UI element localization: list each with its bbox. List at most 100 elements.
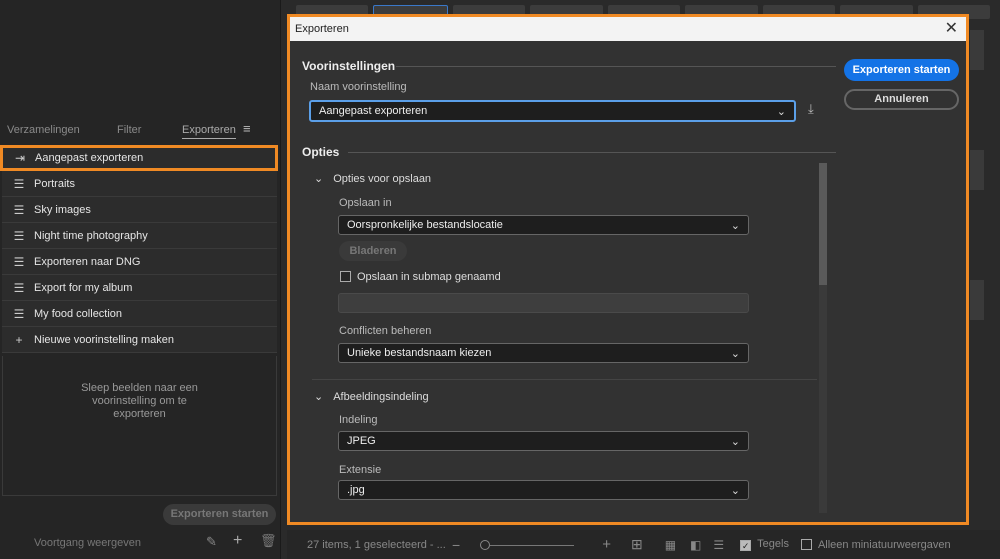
trash-icon[interactable]: 🗑 bbox=[260, 533, 277, 549]
plus-icon[interactable]: + bbox=[233, 532, 242, 550]
drop-hint: Sleep beelden naar een voorinstelling om… bbox=[81, 382, 198, 420]
preset-name-select[interactable]: Aangepast exporteren ⌄ bbox=[309, 100, 796, 122]
scrollbar[interactable] bbox=[819, 163, 827, 513]
tiles-view-icon[interactable]: ▦ bbox=[665, 538, 676, 552]
preset-item[interactable]: ☰ Sky images bbox=[2, 197, 277, 223]
preset-item[interactable]: ☰ My food collection bbox=[2, 301, 277, 327]
preset-label: Night time photography bbox=[34, 229, 148, 242]
zoom-in-icon[interactable]: + bbox=[602, 536, 611, 553]
preset-name-value: Aangepast exporteren bbox=[319, 105, 428, 117]
grid-view-icon[interactable]: ⊞ bbox=[631, 536, 643, 553]
hamburger-icon[interactable]: ≡ bbox=[243, 121, 251, 136]
thumbs-only-label: Alleen miniatuurweergaven bbox=[817, 538, 951, 551]
thumbs-only-checkbox[interactable]: Alleen miniatuurweergaven bbox=[800, 538, 951, 551]
zoom-out-icon[interactable]: − bbox=[452, 537, 460, 553]
close-icon[interactable]: ✕ bbox=[945, 18, 958, 38]
save-in-value: Oorspronkelijke bestandslocatie bbox=[347, 219, 503, 231]
extension-value: .jpg bbox=[347, 484, 365, 496]
progress-link[interactable]: Voortgang weergeven bbox=[34, 537, 141, 549]
list-icon: ☰ bbox=[13, 228, 25, 243]
thumbnail[interactable] bbox=[970, 280, 984, 320]
chevron-down-icon: ⌄ bbox=[730, 484, 740, 497]
preset-item[interactable]: ☰ Portraits bbox=[2, 171, 277, 197]
conflicts-label: Conflicten beheren bbox=[339, 325, 432, 337]
format-value: JPEG bbox=[347, 435, 376, 447]
zoom-slider[interactable] bbox=[480, 539, 590, 550]
list-view-icon[interactable]: ☰ bbox=[713, 538, 724, 552]
dialog-title: Exporteren bbox=[295, 23, 349, 35]
preset-label: Sky images bbox=[34, 203, 91, 216]
export-icon: ⇥ bbox=[14, 151, 26, 165]
conflicts-select[interactable]: Unieke bestandsnaam kiezen ⌄ bbox=[338, 343, 749, 363]
chevron-down-icon: ⌄ bbox=[314, 391, 324, 403]
bottom-bar: 27 items, 1 geselecteerd - ... − + ⊞ ▦ ◧… bbox=[287, 530, 1000, 559]
checkbox-icon bbox=[800, 538, 812, 550]
preset-name-label: Naam voorinstelling bbox=[310, 81, 407, 93]
browse-button[interactable]: Bladeren bbox=[339, 241, 407, 261]
list-icon: ☰ bbox=[13, 280, 25, 295]
edit-icon[interactable]: ✎ bbox=[206, 534, 217, 550]
checkbox-icon bbox=[340, 271, 351, 282]
tiles-checkbox[interactable]: ✓ Tegels bbox=[740, 538, 789, 551]
subfolder-input[interactable] bbox=[338, 293, 749, 313]
divider bbox=[312, 379, 817, 380]
preset-label: My food collection bbox=[34, 307, 123, 320]
chevron-down-icon: ⌄ bbox=[314, 173, 324, 185]
save-options-toggle[interactable]: ⌄ Opties voor opslaan bbox=[314, 172, 431, 185]
format-section-toggle[interactable]: ⌄ Afbeeldingsindeling bbox=[314, 390, 429, 403]
scrollbar-thumb[interactable] bbox=[819, 163, 827, 285]
save-preset-icon[interactable]: ⤓ bbox=[808, 101, 814, 117]
preset-item[interactable]: ☰ Exporteren naar DNG bbox=[2, 249, 277, 275]
presets-heading: Voorinstellingen bbox=[302, 59, 396, 73]
thumbnail[interactable] bbox=[970, 30, 984, 70]
drop-area[interactable]: Sleep beelden naar een voorinstelling om… bbox=[2, 356, 277, 496]
extension-label: Extensie bbox=[339, 464, 382, 476]
format-select[interactable]: JPEG ⌄ bbox=[338, 431, 749, 451]
preset-item[interactable]: ⇥ Aangepast exporteren bbox=[0, 145, 278, 171]
save-in-label: Opslaan in bbox=[339, 197, 392, 209]
subfolder-label: Opslaan in submap genaamd bbox=[357, 271, 501, 283]
left-panel: Verzamelingen Filter Exporteren ≡ ⇥ Aange… bbox=[0, 0, 281, 559]
dialog-titlebar: Exporteren ✕ bbox=[290, 17, 966, 41]
save-in-select[interactable]: Oorspronkelijke bestandslocatie ⌄ bbox=[338, 215, 749, 235]
section-title: Afbeeldingsindeling bbox=[333, 391, 429, 403]
conflicts-value: Unieke bestandsnaam kiezen bbox=[347, 347, 492, 359]
format-label: Indeling bbox=[339, 414, 378, 426]
tiles-label: Tegels bbox=[757, 538, 789, 550]
list-icon: ☰ bbox=[13, 202, 25, 217]
divider bbox=[396, 66, 836, 67]
list-icon: ☰ bbox=[13, 254, 25, 269]
preset-label: Exporteren naar DNG bbox=[34, 255, 141, 268]
detail-view-icon[interactable]: ◧ bbox=[690, 538, 701, 552]
tab-verzamelingen[interactable]: Verzamelingen bbox=[7, 124, 80, 136]
list-icon: ☰ bbox=[13, 306, 25, 321]
preset-label: Nieuwe voorinstelling maken bbox=[34, 333, 175, 346]
list-icon: ☰ bbox=[13, 176, 25, 191]
new-preset-button[interactable]: + Nieuwe voorinstelling maken bbox=[2, 327, 277, 353]
export-dialog: Exporteren ✕ Voorinstellingen Naam voori… bbox=[287, 14, 969, 525]
chevron-down-icon: ⌄ bbox=[730, 435, 740, 448]
cancel-button[interactable]: Annuleren bbox=[844, 89, 959, 110]
status-text: 27 items, 1 geselecteerd - ... bbox=[307, 538, 446, 551]
start-export-button[interactable]: Exporteren starten bbox=[844, 59, 959, 81]
tab-exporteren[interactable]: Exporteren bbox=[182, 124, 236, 139]
preset-label: Export for my album bbox=[34, 281, 133, 294]
chevron-down-icon: ⌄ bbox=[730, 219, 740, 232]
tab-filter[interactable]: Filter bbox=[117, 124, 141, 136]
plus-icon: + bbox=[15, 332, 23, 347]
preset-label: Portraits bbox=[34, 177, 75, 190]
options-heading: Opties bbox=[302, 145, 340, 159]
thumbnail[interactable] bbox=[970, 150, 984, 190]
preset-label: Aangepast exporteren bbox=[35, 152, 144, 164]
chevron-down-icon: ⌄ bbox=[776, 105, 786, 118]
subfolder-checkbox[interactable]: Opslaan in submap genaamd bbox=[340, 271, 501, 283]
preset-list: ⇥ Aangepast exporteren ☰ Portraits ☰ Sky im… bbox=[0, 145, 278, 353]
preset-item[interactable]: ☰ Night time photography bbox=[2, 223, 277, 249]
start-export-button[interactable]: Exporteren starten bbox=[163, 504, 276, 525]
chevron-down-icon: ⌄ bbox=[730, 347, 740, 360]
extension-select[interactable]: .jpg ⌄ bbox=[338, 480, 749, 500]
divider bbox=[348, 152, 836, 153]
section-title: Opties voor opslaan bbox=[333, 173, 432, 185]
panel-tabs: Verzamelingen Filter Exporteren ≡ bbox=[0, 118, 281, 144]
preset-item[interactable]: ☰ Export for my album bbox=[2, 275, 277, 301]
